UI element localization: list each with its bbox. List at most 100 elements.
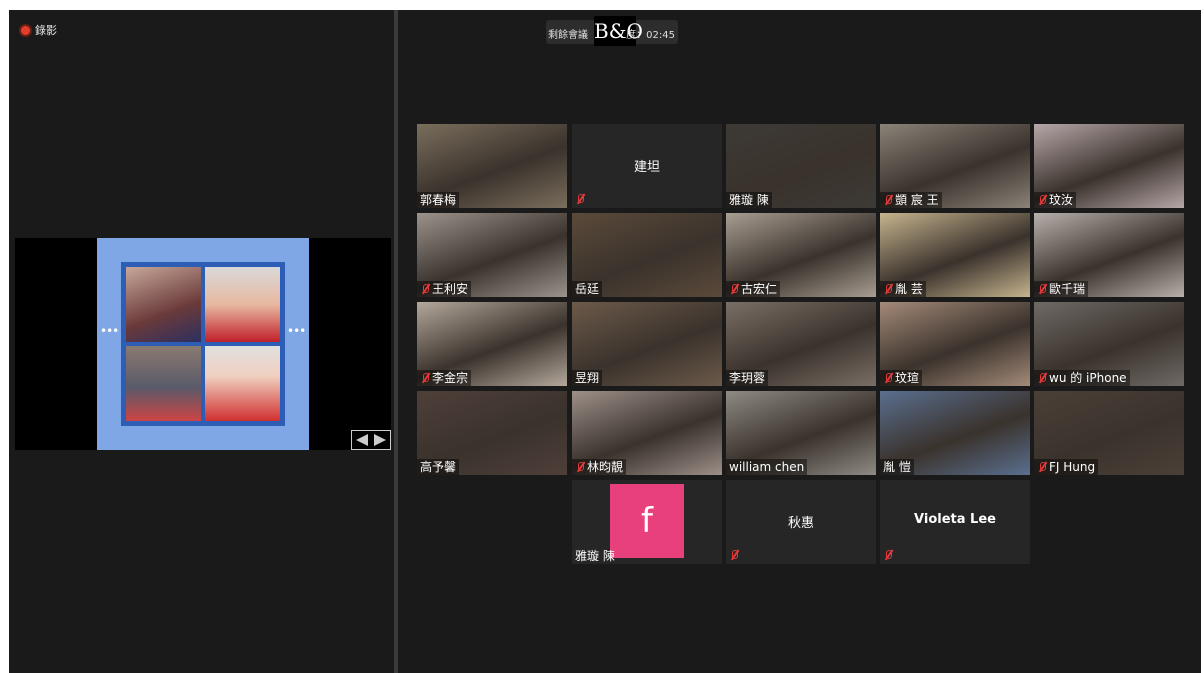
participant-tile[interactable]: 歐千瑞 [1034,213,1184,297]
slide-dots-right: ••• [287,324,306,338]
participant-name: 李金宗 [432,371,469,385]
slide-nav-arrows[interactable] [351,430,391,450]
mic-muted-icon [729,283,739,295]
mic-muted-icon [1037,283,1047,295]
gallery-panel: 剩餘會議 B&O 度：02:45 郭春梅 建坦雅璇 陳 顗 宸 王 玟汝王利安 岳廷 古宏… [398,10,1201,673]
participant-name-label: 顗 宸 王 [880,192,942,208]
participant-name: 歐千瑞 [1049,282,1086,296]
participant-name: william chen [729,460,805,474]
participant-tile[interactable]: 建坦 [572,124,722,208]
participant-tile[interactable]: 玟瑄 [880,302,1030,386]
participant-tile[interactable]: 古宏仁 [726,213,876,297]
mic-muted-icon [1037,194,1047,206]
participant-name: 郭春梅 [420,193,457,207]
participant-name-label: 李金宗 [417,370,472,386]
mic-muted-icon [883,549,893,561]
participant-name: 玟汝 [1049,193,1074,207]
timer-remaining-label: 剩餘會議 [548,30,588,41]
participant-tile[interactable]: 高予馨 [417,391,567,475]
participant-name-label: william chen [726,459,808,475]
timer-value: 度：02:45 [626,30,675,41]
participant-tile[interactable]: 胤 愷 [880,391,1030,475]
participant-tile[interactable]: 胤 芸 [880,213,1030,297]
participant-name: Violeta Lee [914,512,996,527]
participant-tile[interactable]: FJ Hung [1034,391,1184,475]
participant-tile[interactable]: wu 的 iPhone [1034,302,1184,386]
participant-name-label: 昱翔 [572,370,603,386]
participant-name-label: 玟瑄 [880,370,923,386]
participant-name-label: 岳廷 [572,281,603,297]
meeting-window: 錄影 ••• ••• 剩餘會議 B&O 度：02:45 郭春梅 建坦 雅璇 陳 … [9,10,1201,673]
participant-name: 胤 愷 [883,460,911,474]
participant-name-label: 林昀靚 [572,459,627,475]
mic-muted-icon [575,193,585,205]
mic-muted-icon [1037,372,1047,384]
mic-muted-icon [729,549,739,561]
participant-tile[interactable]: 秋惠 [726,480,876,564]
next-arrow-icon[interactable] [374,434,386,446]
participant-tile[interactable]: 昱翔 [572,302,722,386]
participant-name: 秋惠 [787,516,814,531]
participant-tile[interactable]: 王利安 [417,213,567,297]
participant-name: 林昀靚 [587,460,624,474]
meeting-timer: 剩餘會議 B&O 度：02:45 [546,16,678,46]
recording-indicator[interactable]: 錄影 [21,22,57,38]
participant-name: 昱翔 [575,371,600,385]
participant-name-label: 歐千瑞 [1034,281,1089,297]
participant-name: 建坦 [633,160,660,175]
participant-name: FJ Hung [1049,460,1096,474]
slide-dots-left: ••• [100,324,119,338]
participant-name: 顗 宸 王 [895,193,939,207]
participant-name-label: FJ Hung [1034,459,1099,475]
prev-arrow-icon[interactable] [356,434,368,446]
mic-muted-icon [883,283,893,295]
mic-muted-icon [883,372,893,384]
participant-name-label: 高予馨 [417,459,460,475]
mic-muted-icon [420,372,430,384]
participant-name: wu 的 iPhone [1049,371,1127,385]
participant-tile[interactable]: william chen [726,391,876,475]
collage-photo-1 [126,267,201,342]
record-icon [21,25,30,35]
participant-name-label: 王利安 [417,281,472,297]
mic-muted-icon [575,461,585,473]
participant-name: 王利安 [432,282,469,296]
participant-tile[interactable]: f 雅璇 陳 [572,480,722,564]
participant-name: 雅璇 陳 [575,549,615,563]
participant-tile[interactable]: Violeta Lee [880,480,1030,564]
participant-name: 古宏仁 [741,282,778,296]
participant-name: 李玥蓉 [729,371,766,385]
participant-name-label: 玟汝 [1034,192,1077,208]
collage-photo-4 [205,346,280,421]
participant-tile[interactable]: 郭春梅 [417,124,567,208]
participant-name: 玟瑄 [895,371,920,385]
participant-name: 岳廷 [575,282,600,296]
shared-screen: ••• ••• [15,238,391,450]
slide-photo-collage [121,262,285,426]
participant-name-label: wu 的 iPhone [1034,370,1130,386]
collage-photo-3 [126,346,201,421]
participant-tile[interactable]: 李玥蓉 [726,302,876,386]
participant-name: 高予馨 [420,460,457,474]
participant-name-label: 胤 芸 [880,281,926,297]
participant-tile[interactable]: 林昀靚 [572,391,722,475]
participant-tile[interactable]: 李金宗 [417,302,567,386]
participant-name: 雅璇 陳 [729,193,769,207]
participant-name: 胤 芸 [895,282,923,296]
participant-tile[interactable]: 顗 宸 王 [880,124,1030,208]
participant-name-label: 雅璇 陳 [572,548,618,564]
screen-share-panel: 錄影 ••• ••• [9,10,394,673]
mic-muted-icon [1037,461,1047,473]
participant-tile[interactable]: 岳廷 [572,213,722,297]
participant-name-label: 雅璇 陳 [726,192,772,208]
mic-muted-icon [420,283,430,295]
participant-name-label: 郭春梅 [417,192,460,208]
facebook-avatar-icon: f [610,484,684,558]
participant-name-label: 古宏仁 [726,281,781,297]
recording-label: 錄影 [35,24,57,37]
participant-tile[interactable]: 雅璇 陳 [726,124,876,208]
participant-name-label: 李玥蓉 [726,370,769,386]
participant-name-label: 胤 愷 [880,459,914,475]
collage-photo-2 [205,267,280,342]
participant-tile[interactable]: 玟汝 [1034,124,1184,208]
